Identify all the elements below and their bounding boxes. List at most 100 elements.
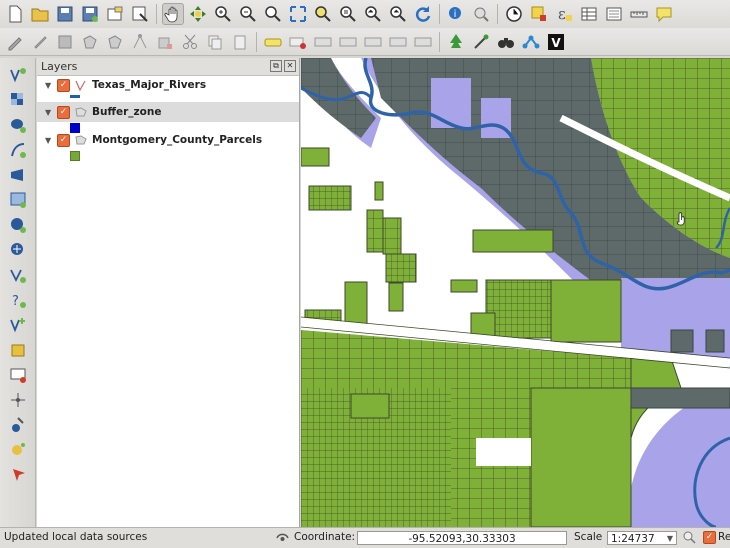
network-plugin-icon[interactable] <box>520 31 542 53</box>
coordinate-toggle-icon[interactable] <box>276 531 289 544</box>
new-geopackage-icon[interactable] <box>5 339 31 361</box>
new-print-layout-icon[interactable] <box>104 3 126 25</box>
pan-map-icon[interactable] <box>162 3 184 25</box>
zoom-out-icon[interactable] <box>237 3 259 25</box>
add-postgis-layer-icon[interactable] <box>5 114 31 136</box>
identify-features-icon[interactable]: i <box>445 3 467 25</box>
add-virtual-layer-icon[interactable] <box>5 264 31 286</box>
layout-manager-icon[interactable] <box>129 3 151 25</box>
add-oracle-layer-icon[interactable] <box>5 439 31 461</box>
parcel <box>530 387 632 527</box>
collapse-arrow-icon[interactable]: ▼ <box>45 81 53 90</box>
parcel <box>374 181 384 201</box>
manage-layers-toolbar: ? <box>0 58 36 528</box>
polygon-layer-icon <box>75 107 87 117</box>
map-tips-icon[interactable] <box>470 3 492 25</box>
scale-select[interactable]: 1:24737 ▼ <box>607 531 677 545</box>
zoom-to-layer-icon[interactable] <box>337 3 359 25</box>
v-plugin-icon[interactable]: V <box>545 31 567 53</box>
add-wcs-layer-icon[interactable] <box>5 214 31 236</box>
layer-item-montgomery-county-parcels[interactable]: ▼ ✓ Montgomery_County_Parcels <box>37 130 299 150</box>
layer-name: Texas_Major_Rivers <box>92 79 207 91</box>
magnifier-lock-icon[interactable] <box>683 531 696 544</box>
add-raster-layer-icon[interactable] <box>5 89 31 111</box>
label-pin-icon[interactable] <box>287 31 309 53</box>
move-feature-icon[interactable] <box>104 31 126 53</box>
layer-item-texas-major-rivers[interactable]: ▼ ✓ Texas_Major_Rivers <box>37 75 299 95</box>
zoom-to-selection-icon[interactable] <box>312 3 334 25</box>
measure-time-icon[interactable] <box>503 3 525 25</box>
add-delimited-text-icon[interactable]: ? <box>5 289 31 311</box>
pan-to-selection-icon[interactable] <box>187 3 209 25</box>
parcel <box>450 279 478 293</box>
parcel <box>388 282 404 312</box>
add-mssql-layer-icon[interactable] <box>5 164 31 186</box>
collapse-arrow-icon[interactable]: ▼ <box>45 136 53 145</box>
layer-visibility-checkbox[interactable]: ✓ <box>57 133 70 147</box>
label-tool-icon[interactable] <box>262 31 284 53</box>
refresh-icon[interactable] <box>412 3 434 25</box>
label-show-hide-icon[interactable] <box>312 31 334 53</box>
add-feature-icon[interactable] <box>79 31 101 53</box>
zoom-in-icon[interactable] <box>212 3 234 25</box>
toggle-editing-icon[interactable] <box>29 31 51 53</box>
zoom-last-icon[interactable] <box>362 3 384 25</box>
label-move-icon[interactable] <box>362 31 384 53</box>
zoom-native-icon[interactable] <box>262 3 284 25</box>
cut-features-icon[interactable] <box>179 31 201 53</box>
new-shapefile-icon[interactable] <box>5 314 31 336</box>
label-highlight-icon[interactable] <box>337 31 359 53</box>
label-change-icon[interactable] <box>412 31 434 53</box>
open-project-icon[interactable] <box>29 3 51 25</box>
layers-panel-header: Layers ⧉ ✕ <box>37 58 299 76</box>
parcel <box>301 147 330 167</box>
add-wfs-layer-icon[interactable] <box>5 239 31 261</box>
add-db2-layer-icon[interactable] <box>5 464 31 486</box>
zoom-next-icon[interactable] <box>387 3 409 25</box>
copy-features-icon[interactable] <box>204 31 226 53</box>
vertex-tool-icon[interactable] <box>129 31 151 53</box>
annotation-icon[interactable] <box>653 3 675 25</box>
add-spatialite-layer-icon[interactable] <box>5 139 31 161</box>
parcel <box>485 279 557 339</box>
python-plugin-icon[interactable] <box>470 31 492 53</box>
map-background <box>476 438 531 466</box>
render-checkbox[interactable]: ✓ <box>703 531 716 544</box>
svg-text:?: ? <box>12 294 19 309</box>
layers-panel-title: Layers <box>41 60 78 73</box>
remove-layer-icon[interactable] <box>5 364 31 386</box>
layer-visibility-checkbox[interactable]: ✓ <box>57 105 70 119</box>
save-as-icon[interactable] <box>79 3 101 25</box>
zoom-full-icon[interactable] <box>287 3 309 25</box>
save-project-icon[interactable] <box>54 3 76 25</box>
coordinate-field[interactable]: -95.52093,30.33303 <box>357 531 567 545</box>
overlap-parcel <box>705 329 725 353</box>
binoculars-icon[interactable] <box>495 31 517 53</box>
label-rotate-icon[interactable] <box>387 31 409 53</box>
new-temporary-layer-icon[interactable] <box>5 414 31 436</box>
save-edits-icon[interactable] <box>54 31 76 53</box>
tree-plugin-icon[interactable] <box>445 31 467 53</box>
add-wms-layer-icon[interactable] <box>5 189 31 211</box>
paste-features-icon[interactable] <box>229 31 251 53</box>
collapse-arrow-icon[interactable]: ▼ <box>45 108 53 117</box>
close-panel-icon[interactable]: ✕ <box>284 60 296 72</box>
delete-selected-icon[interactable] <box>154 31 176 53</box>
deselect-features-icon[interactable] <box>528 3 550 25</box>
float-panel-icon[interactable]: ⧉ <box>270 60 282 72</box>
toolbar-separator <box>256 31 257 52</box>
map-canvas[interactable] <box>301 58 730 527</box>
statistics-icon[interactable] <box>603 3 625 25</box>
current-edits-icon[interactable] <box>4 31 26 53</box>
layer-visibility-checkbox[interactable]: ✓ <box>57 78 70 92</box>
expression-select-icon[interactable]: ε <box>553 3 575 25</box>
scale-value: 1:24737 <box>611 533 655 545</box>
attribute-table-icon[interactable] <box>578 3 600 25</box>
parcel <box>382 217 402 255</box>
add-gps-layer-icon[interactable] <box>5 389 31 411</box>
measure-line-icon[interactable] <box>628 3 650 25</box>
add-vector-layer-icon[interactable] <box>5 64 31 86</box>
new-project-icon[interactable] <box>4 3 26 25</box>
parcel <box>550 279 622 343</box>
layer-item-buffer-zone[interactable]: ▼ ✓ Buffer_zone <box>37 102 299 122</box>
